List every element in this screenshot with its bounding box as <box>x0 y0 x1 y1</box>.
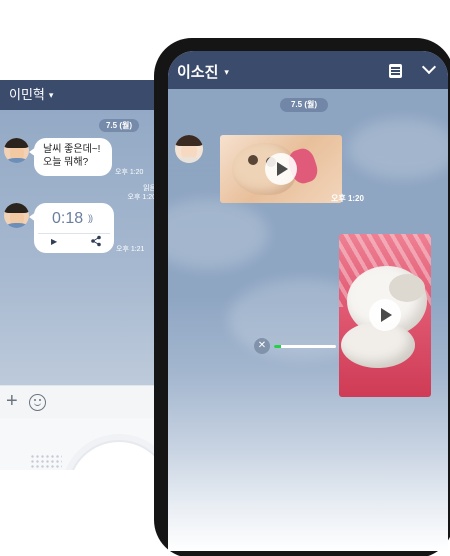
divider <box>38 233 110 234</box>
chat-header: 이소진 ▾ <box>168 51 448 89</box>
sound-wave-icon: )) <box>88 213 93 223</box>
contact-name[interactable]: 이민혁 <box>9 87 45 102</box>
plus-icon[interactable]: + <box>6 391 18 411</box>
chat-area: 7.5 (월) 오후 1:20 ✕ <box>168 89 448 551</box>
cancel-upload-button[interactable]: ✕ <box>254 338 270 354</box>
avatar[interactable] <box>4 138 29 163</box>
record-button[interactable] <box>67 440 160 470</box>
message-text: 날씨 좋은데~! <box>43 144 101 155</box>
play-icon[interactable] <box>369 299 401 331</box>
collapse-chevron-icon[interactable] <box>421 59 437 75</box>
avatar[interactable] <box>4 203 29 228</box>
message-time: 오후 1:20 <box>115 169 144 176</box>
play-icon[interactable] <box>265 153 297 185</box>
chevron-down-icon[interactable]: ▾ <box>49 90 54 100</box>
chat-area: 7.5 (월) 날씨 좋은데~! 오늘 뭐해? 오후 1:20 읽음 오후 1:… <box>0 110 160 385</box>
emoji-icon[interactable] <box>29 394 46 411</box>
cloud-decoration <box>348 119 448 179</box>
video-thumbnail[interactable] <box>339 234 431 397</box>
date-badge: 7.5 (월) <box>280 98 328 112</box>
message-text: 오늘 뭐해? <box>43 157 89 168</box>
contact-name: 이소진 <box>177 64 219 81</box>
input-bar: + <box>0 385 160 418</box>
avatar[interactable] <box>175 135 203 163</box>
chevron-down-icon: ▾ <box>224 67 229 77</box>
background-phone: 이민혁 ▾ 7.5 (월) 날씨 좋은데~! 오늘 뭐해? 오후 1:20 읽음 … <box>0 80 160 470</box>
foreground-phone: 이소진 ▾ 7.5 (월) 오후 1:20 ✕ <box>154 38 450 556</box>
message-bubble[interactable]: 날씨 좋은데~! 오늘 뭐해? <box>29 138 112 176</box>
share-icon[interactable] <box>90 235 102 247</box>
contact-name-dropdown[interactable]: 이소진 ▾ <box>177 61 229 82</box>
dot-pattern <box>30 454 62 470</box>
video-thumbnail[interactable] <box>220 135 342 203</box>
phone-screen: 이소진 ▾ 7.5 (월) 오후 1:20 ✕ <box>168 51 448 551</box>
voice-duration: 0:18 <box>52 210 84 227</box>
message-time: 오후 1:20 <box>127 194 156 201</box>
upload-progress-fill <box>274 345 282 348</box>
date-badge: 7.5 (월) <box>99 119 139 132</box>
cloud-decoration <box>168 199 268 269</box>
message-time: 오후 1:20 <box>331 194 364 203</box>
voice-message-bubble[interactable]: 0:18 )) ▶ <box>29 203 114 253</box>
notes-icon[interactable] <box>389 64 402 78</box>
upload-progress-bar <box>274 345 336 348</box>
message-time: 오후 1:21 <box>116 246 145 253</box>
voice-record-panel <box>0 418 160 470</box>
play-icon[interactable]: ▶ <box>51 237 57 246</box>
chat-header: 이민혁 ▾ <box>0 80 160 110</box>
